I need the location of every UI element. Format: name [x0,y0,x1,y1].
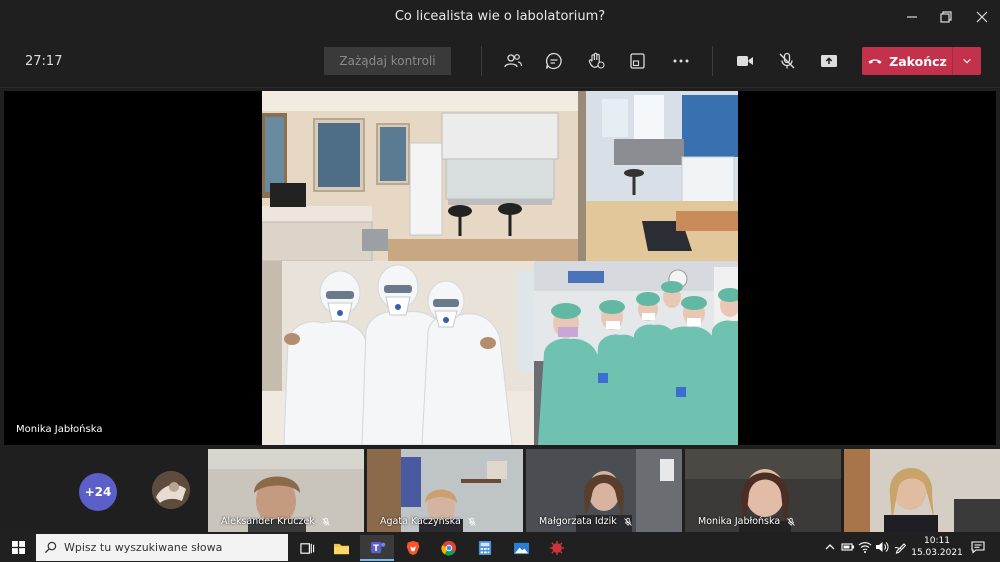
participant-name: Małgorzata Idzik [539,516,633,527]
notifications-button[interactable] [970,540,986,554]
minimize-button[interactable] [894,0,930,34]
teams-meeting-window: Co licealista wie o labolatorium? 27:17 … [0,0,1000,562]
end-call-options-button[interactable] [952,47,981,75]
participant-name: Agata Kaczyńska [380,516,477,527]
chrome-icon [441,540,457,556]
toolbar-divider [712,46,713,76]
mic-off-icon [787,517,795,526]
participant-video-tile[interactable]: Aleksander Kruczek [208,449,364,532]
calculator-icon [478,541,492,555]
pen-icon [894,543,907,554]
taskbar-clock[interactable]: 10:11 15.03.2021 [910,535,964,559]
chevron-up-icon [825,544,835,550]
taskbar-teams[interactable]: T [360,535,394,561]
taskbar-chrome[interactable] [432,535,466,561]
volume-tray-icon[interactable] [874,540,890,554]
end-call-group: Zakończ [862,47,981,75]
window-title: Co licealista wie o labolatorium? [394,9,606,24]
close-icon [976,11,988,23]
toolbar-divider [481,46,482,76]
hangup-icon [868,59,882,64]
breakout-rooms-button[interactable] [624,48,652,74]
task-view-button[interactable] [290,535,324,561]
taskbar-search-input[interactable]: Wpisz tu wyszukiwane słowa [36,534,288,561]
chevron-down-icon [963,58,971,64]
start-button[interactable] [0,532,36,562]
camera-button[interactable] [731,48,759,74]
close-button[interactable] [964,0,1000,34]
participant-video-tile[interactable] [844,449,1000,532]
mic-off-icon [779,52,795,69]
user-photo-icon [152,471,190,509]
participant-name: Aleksander Kruczek [221,516,331,527]
participant-video-tile[interactable]: Małgorzata Idzik [526,449,682,532]
rooms-icon [630,53,645,69]
main-video-stage: Monika Jabłońska [4,91,996,446]
chat-icon [545,52,562,70]
raise-hand-button[interactable] [582,48,610,74]
more-icon [673,59,689,63]
photos-icon [513,542,529,554]
participant-strip: +24 Aleksander Kruczek Agata Kaczyńska M… [0,447,1000,532]
battery-icon [841,543,854,551]
taskbar-app[interactable] [540,535,574,561]
meeting-toolbar: 27:17 Zażądaj kontroli Zakończ [0,34,1000,88]
share-button[interactable] [815,48,843,74]
camera-icon [737,56,753,66]
title-bar: Co licealista wie o labolatorium? [0,0,1000,34]
end-call-label: Zakończ [889,53,947,69]
taskbar-photos[interactable] [504,535,538,561]
participants-button[interactable] [499,48,527,74]
raise-hand-icon [588,52,605,69]
microphone-button[interactable] [773,48,801,74]
mic-off-icon [624,517,632,526]
taskbar-calculator[interactable] [468,535,502,561]
search-placeholder: Wpisz tu wyszukiwane słowa [64,541,223,554]
brave-browser-icon [406,540,420,556]
virus-app-icon [549,540,565,556]
mic-off-icon [322,517,330,526]
battery-tray-icon[interactable] [840,540,856,554]
avatar[interactable] [152,471,190,509]
notification-icon [971,541,985,554]
mic-off-icon [467,517,476,526]
restore-button[interactable] [928,0,964,34]
lab-photo-collage [261,91,742,446]
speaker-icon [876,542,889,552]
share-icon [821,55,837,67]
folder-icon [333,543,349,554]
participant-name: Monika Jabłońska [698,516,796,527]
svg-text:T: T [373,543,379,553]
teams-icon: T [370,541,385,553]
windows-logo-icon [11,540,25,554]
clock-time: 10:11 [924,536,950,546]
participant-video [844,449,1000,532]
minimize-icon [907,16,917,18]
people-icon [504,54,523,68]
clock-date: 15.03.2021 [911,548,963,558]
presenter-name-label: Monika Jabłońska [16,424,103,435]
search-icon [44,541,57,554]
meeting-timer: 27:17 [25,54,63,69]
participant-video-tile[interactable]: Agata Kaczyńska [367,449,523,532]
end-call-button[interactable]: Zakończ [862,47,952,75]
overflow-participants-badge[interactable]: +24 [79,473,117,511]
task-view-icon [299,542,314,554]
shared-screen [261,91,742,446]
chat-button[interactable] [540,48,568,74]
request-control-button[interactable]: Zażądaj kontroli [324,47,451,75]
taskbar-file-explorer[interactable] [324,535,358,561]
more-actions-button[interactable] [667,48,695,74]
network-tray-icon[interactable] [857,540,873,554]
wifi-icon [858,542,872,553]
participant-video-tile[interactable]: Monika Jabłońska [685,449,841,532]
windows-taskbar: Wpisz tu wyszukiwane słowa T 10:11 15.03… [0,532,1000,562]
pen-tray-icon[interactable] [893,540,909,554]
restore-icon [940,11,952,23]
show-hidden-icons-button[interactable] [822,540,838,554]
taskbar-brave[interactable] [396,535,430,561]
